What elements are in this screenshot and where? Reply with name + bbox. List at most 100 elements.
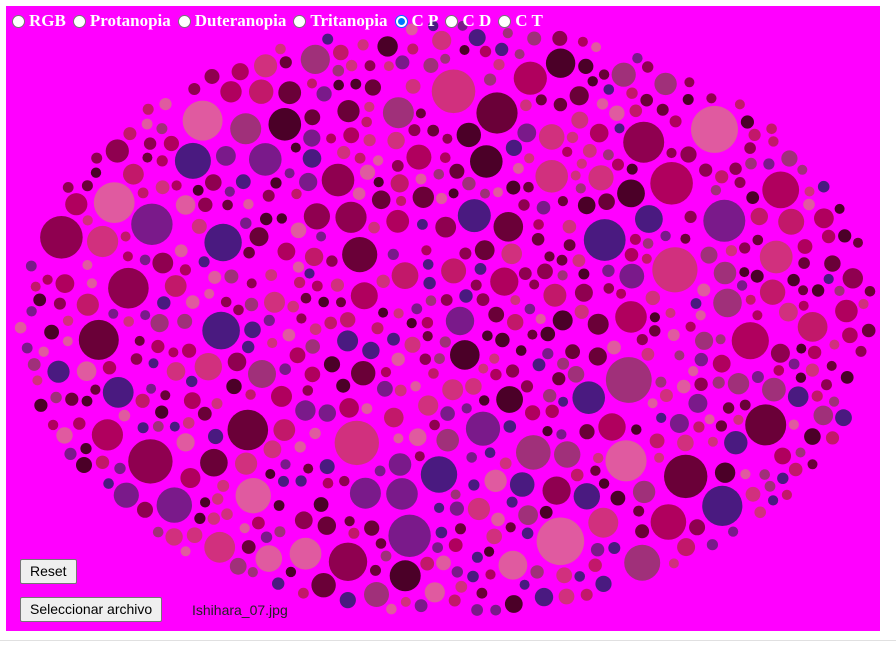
mode-option-protanopia[interactable]: Protanopia xyxy=(72,11,171,31)
plate-dot xyxy=(669,115,682,128)
plate-dot xyxy=(571,111,589,129)
mode-option-rgb[interactable]: RGB xyxy=(12,11,66,31)
mode-label-protanopia: Protanopia xyxy=(89,11,171,30)
plate-dot xyxy=(471,551,483,563)
plate-dot xyxy=(484,546,495,557)
plate-dot xyxy=(655,376,667,388)
radio-duteranopia[interactable] xyxy=(177,14,191,28)
plate-dot xyxy=(91,419,123,451)
plate-dot xyxy=(727,373,750,395)
plate-dot xyxy=(797,239,813,254)
plate-dot xyxy=(439,336,451,348)
plate-dot xyxy=(21,342,33,354)
plate-dot xyxy=(762,377,786,402)
plate-dot xyxy=(553,97,568,112)
plate-dot xyxy=(440,294,453,306)
plate-dot xyxy=(188,83,201,95)
plate-dot xyxy=(435,526,448,539)
plate-dot xyxy=(565,344,580,360)
mode-option-duteranopia[interactable]: Duteranopia xyxy=(177,11,286,31)
plate-dot xyxy=(445,306,475,336)
radio-cp[interactable] xyxy=(394,14,408,28)
plate-dot xyxy=(157,296,171,310)
plate-dot xyxy=(278,81,302,105)
plate-dot xyxy=(108,308,119,319)
plate-dot xyxy=(278,475,289,487)
plate-dot xyxy=(208,428,224,445)
plate-dot xyxy=(368,221,380,234)
plate-dot xyxy=(521,527,534,540)
plate-dot xyxy=(558,396,569,407)
plate-dot xyxy=(171,180,182,191)
plate-dot xyxy=(467,570,479,583)
plate-dot xyxy=(62,336,73,347)
plate-dot xyxy=(545,404,559,418)
plate-dot xyxy=(722,402,735,414)
plate-dot xyxy=(814,208,834,229)
plate-dot xyxy=(90,384,101,395)
plate-dot xyxy=(750,269,764,283)
reset-button[interactable]: Reset xyxy=(20,559,77,584)
plate-dot xyxy=(183,392,201,409)
plate-dot xyxy=(459,289,473,303)
plate-dot xyxy=(712,376,725,389)
plate-dot xyxy=(763,158,775,170)
mode-option-cp[interactable]: C P xyxy=(394,11,438,31)
plate-dot xyxy=(824,255,841,272)
plate-dot xyxy=(122,251,133,262)
plate-dot xyxy=(102,377,134,408)
plate-dot xyxy=(128,439,173,484)
mode-option-tritanopia[interactable]: Tritanopia xyxy=(293,11,388,31)
plate-dot xyxy=(745,404,787,446)
plate-dot xyxy=(674,350,685,361)
plate-dot xyxy=(656,103,669,116)
radio-ct[interactable] xyxy=(498,14,512,28)
radio-cd[interactable] xyxy=(445,14,459,28)
radio-protanopia[interactable] xyxy=(72,14,86,28)
plate-dot xyxy=(752,310,763,321)
mode-option-ct[interactable]: C T xyxy=(498,11,543,31)
plate-dot xyxy=(525,405,541,421)
plate-dot xyxy=(697,283,711,297)
plate-dot xyxy=(249,79,274,104)
plate-dot xyxy=(608,542,621,554)
choose-file-button[interactable]: Seleccionar archivo xyxy=(20,597,163,622)
plate-dot xyxy=(817,180,830,193)
plate-dot xyxy=(787,273,800,287)
plate-dot xyxy=(273,500,285,511)
plate-dot xyxy=(624,544,661,581)
mode-option-cd[interactable]: C D xyxy=(445,11,491,31)
mode-label-cd: C D xyxy=(462,11,492,30)
radio-rgb[interactable] xyxy=(12,14,25,28)
plate-dot xyxy=(408,124,421,137)
plate-dot xyxy=(805,363,820,377)
plate-dot xyxy=(420,556,435,571)
plate-dot xyxy=(440,53,451,64)
plate-dot xyxy=(451,566,463,578)
plate-dot xyxy=(428,368,439,379)
plate-dot xyxy=(589,123,609,143)
plate-dot xyxy=(647,398,658,409)
plate-dot xyxy=(807,345,822,360)
plate-dot xyxy=(688,366,699,377)
plate-dot xyxy=(804,186,815,197)
radio-tritanopia[interactable] xyxy=(293,14,307,28)
plate-dot xyxy=(788,419,799,430)
plate-dot xyxy=(419,353,431,365)
plate-dot xyxy=(415,173,427,185)
plate-dot xyxy=(424,582,445,603)
plate-dot xyxy=(524,153,535,164)
plate-dot xyxy=(540,326,556,342)
plate-dot xyxy=(449,501,464,516)
plate-dot xyxy=(562,219,577,234)
plate-dot xyxy=(290,222,307,239)
plate-dot xyxy=(609,105,625,121)
plate-dot xyxy=(468,29,486,47)
plate-dot xyxy=(352,187,366,200)
plate-dot xyxy=(142,103,154,115)
plate-dot xyxy=(47,419,59,431)
plate-dot xyxy=(821,379,832,391)
plate-dot xyxy=(76,361,97,382)
plate-dot xyxy=(270,177,282,189)
plate-dot xyxy=(81,180,93,192)
